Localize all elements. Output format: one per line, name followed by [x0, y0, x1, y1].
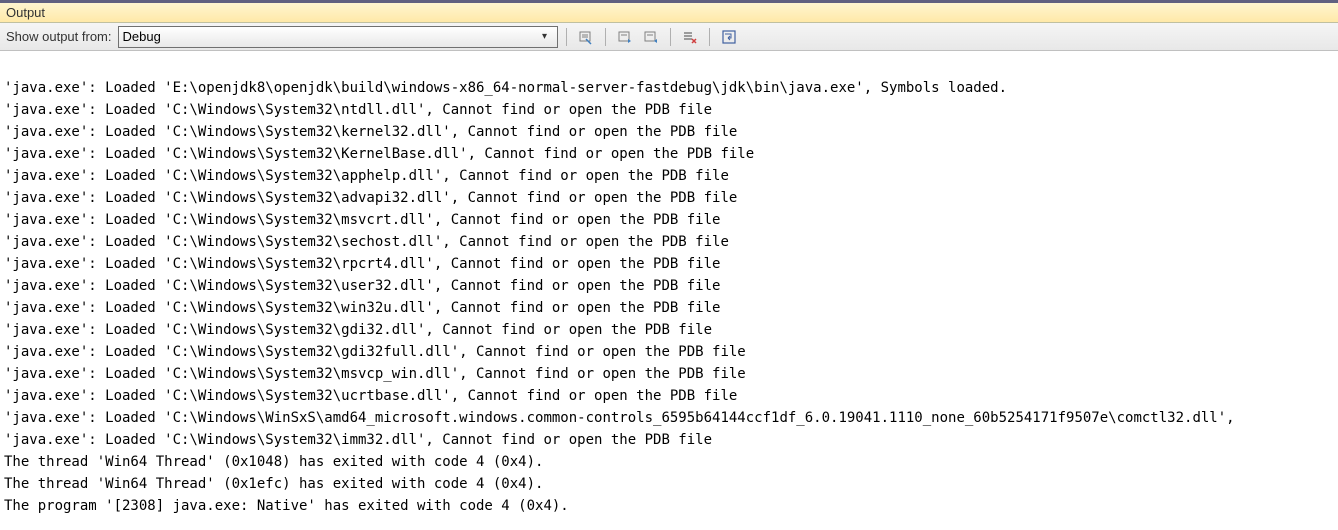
output-line: 'java.exe': Loaded 'C:\Windows\System32\… — [4, 99, 1334, 121]
output-line: 'java.exe': Loaded 'C:\Windows\WinSxS\am… — [4, 407, 1334, 429]
clear-all-button[interactable] — [679, 26, 701, 48]
output-line: 'java.exe': Loaded 'C:\Windows\System32\… — [4, 143, 1334, 165]
output-source-dropdown[interactable]: Debug ▾ — [118, 26, 558, 48]
show-output-from-label: Show output from: — [6, 29, 112, 44]
find-button[interactable] — [575, 26, 597, 48]
output-line: The program '[2308] java.exe: Native' ha… — [4, 495, 1334, 517]
output-text-area[interactable]: 'java.exe': Loaded 'E:\openjdk8\openjdk\… — [0, 51, 1338, 530]
output-line: 'java.exe': Loaded 'C:\Windows\System32\… — [4, 341, 1334, 363]
toggle-word-wrap-button[interactable] — [718, 26, 740, 48]
previous-button[interactable] — [614, 26, 636, 48]
find-next-icon — [643, 29, 659, 45]
output-line: 'java.exe': Loaded 'C:\Windows\System32\… — [4, 275, 1334, 297]
find-previous-icon — [617, 29, 633, 45]
output-line: 'java.exe': Loaded 'C:\Windows\System32\… — [4, 231, 1334, 253]
output-line: 'java.exe': Loaded 'C:\Windows\System32\… — [4, 121, 1334, 143]
word-wrap-icon — [721, 29, 737, 45]
clear-all-icon — [682, 29, 698, 45]
output-line: The thread 'Win64 Thread' (0x1048) has e… — [4, 451, 1334, 473]
output-line: 'java.exe': Loaded 'C:\Windows\System32\… — [4, 363, 1334, 385]
output-line: 'java.exe': Loaded 'C:\Windows\System32\… — [4, 385, 1334, 407]
toolbar-separator — [605, 28, 606, 46]
output-line: 'java.exe': Loaded 'C:\Windows\System32\… — [4, 187, 1334, 209]
output-panel-title: Output — [0, 3, 1338, 23]
output-line: 'java.exe': Loaded 'C:\Windows\System32\… — [4, 165, 1334, 187]
toolbar-separator — [670, 28, 671, 46]
chevron-down-icon: ▾ — [537, 31, 553, 42]
output-line: 'java.exe': Loaded 'C:\Windows\System32\… — [4, 209, 1334, 231]
output-line: 'java.exe': Loaded 'C:\Windows\System32\… — [4, 319, 1334, 341]
output-line: 'java.exe': Loaded 'E:\openjdk8\openjdk\… — [4, 77, 1334, 99]
toolbar-separator — [566, 28, 567, 46]
panel-title-text: Output — [6, 5, 45, 20]
next-button[interactable] — [640, 26, 662, 48]
output-line: 'java.exe': Loaded 'C:\Windows\System32\… — [4, 297, 1334, 319]
toolbar-separator — [709, 28, 710, 46]
output-line: 'java.exe': Loaded 'C:\Windows\System32\… — [4, 429, 1334, 451]
find-message-icon — [578, 29, 594, 45]
output-line: 'java.exe': Loaded 'C:\Windows\System32\… — [4, 253, 1334, 275]
dropdown-selected-text: Debug — [123, 29, 537, 44]
output-toolbar: Show output from: Debug ▾ — [0, 23, 1338, 51]
output-line: The thread 'Win64 Thread' (0x1efc) has e… — [4, 473, 1334, 495]
